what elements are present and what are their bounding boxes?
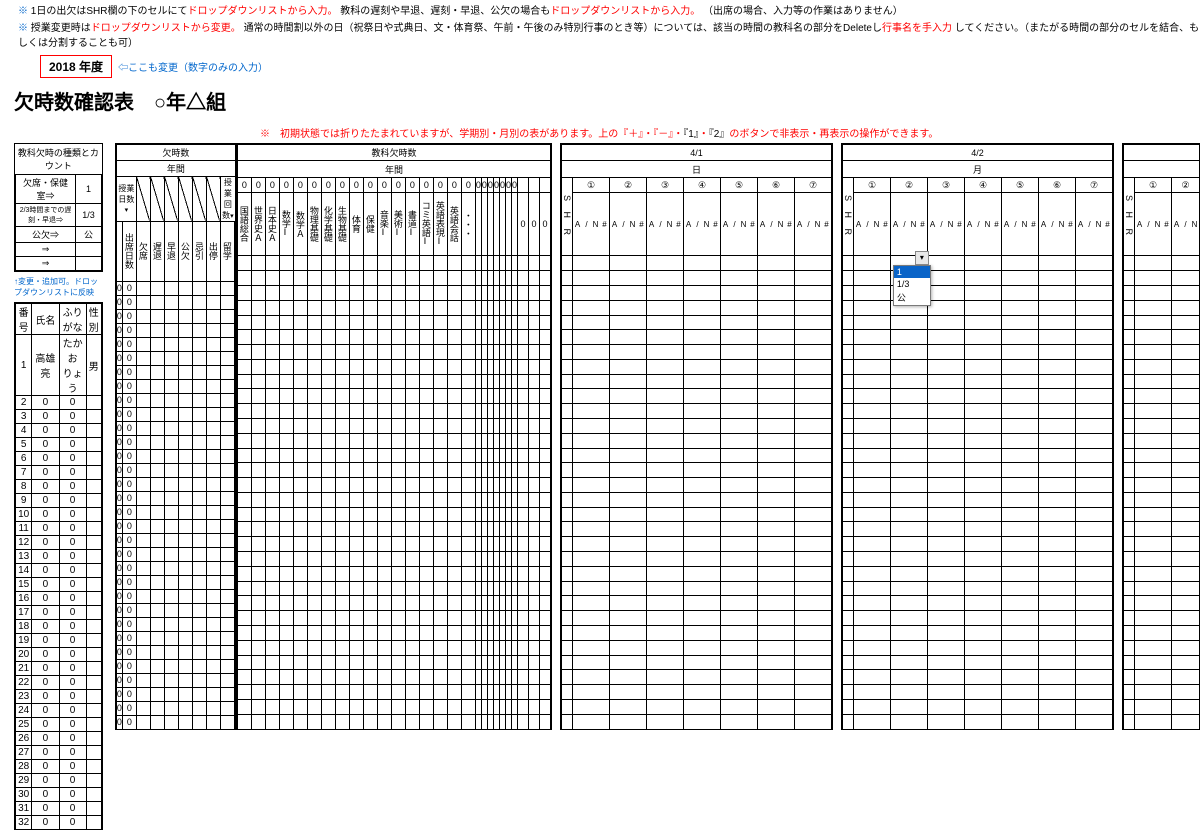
info-box: 教科欠時の種類とカウント 欠席・保健室⇒1 2/3時間までの遅刻・早退⇒1/3 … [14,143,103,272]
table-row[interactable]: 2900 [15,774,102,788]
table-row[interactable]: 300 [15,410,102,424]
table-row[interactable]: 1500 [15,578,102,592]
table-row[interactable]: 1400 [15,564,102,578]
table-row[interactable]: 800 [15,480,102,494]
year-box[interactable]: 2018 年度 [40,55,112,78]
note-2: ※ 授業変更時はドロップダウンリストから変更。 通常の時間割以外の日（祝祭日や式… [18,19,1200,49]
page-title: 欠時数確認表 ○年△組 [14,86,1200,115]
table-row[interactable]: 1200 [15,536,102,550]
year-hint: ⇦ここも変更（数字のみの入力） [118,59,268,74]
table-row[interactable]: 2500 [15,718,102,732]
dropdown-list[interactable]: 1 1/3 公 [893,265,931,306]
absence-block[interactable]: 欠時数年間授業日数▾授業回数▾出席日数欠席遅退早退公欠忌引出停留学0000000… [115,143,237,730]
table-row[interactable]: 2800 [15,760,102,774]
table-row[interactable]: 900 [15,494,102,508]
table-row[interactable]: 1高雄 亮たかお りょう男 [15,335,102,396]
table-row[interactable]: 700 [15,466,102,480]
table-row[interactable]: 1600 [15,592,102,606]
table-row[interactable]: 400 [15,424,102,438]
note-1: ※ 1日の出欠はSHR欄の下のセルにてドロップダウンリストから入力。 教科の遅刻… [18,2,1200,17]
table-row[interactable]: 2600 [15,732,102,746]
roster-table[interactable]: 番号 氏名 ふりがな 性別 1高雄 亮たかお りょう男2003004005006… [14,302,103,830]
table-row[interactable]: 2300 [15,690,102,704]
table-row[interactable]: 1700 [15,606,102,620]
table-row[interactable]: 1000 [15,508,102,522]
dropdown-button[interactable]: ▾ [915,251,929,265]
table-row[interactable]: 1100 [15,522,102,536]
table-row[interactable]: 2200 [15,676,102,690]
table-row[interactable]: 1300 [15,550,102,564]
table-row[interactable]: 2700 [15,746,102,760]
table-row[interactable]: 3000 [15,788,102,802]
table-row[interactable]: 1800 [15,620,102,634]
day-block[interactable]: 4/1日S H R①②③④⑤⑥⑦#N/A#N/A#N/A#N/A#N/A#N/A… [560,143,833,730]
day-block[interactable]: 4/2月S H R①②③④⑤⑥⑦#N/A#N/A#N/A#N/A#N/A#N/A… [841,143,1114,730]
table-row[interactable]: 2100 [15,662,102,676]
day-block-partial[interactable]: S H R①②#N/AN/A [1122,143,1200,730]
table-row[interactable]: 1900 [15,634,102,648]
fold-note: ※ 初期状態では折りたたまれていますが、学期別・月別の表があります。上の『＋』・… [260,125,1200,140]
table-row[interactable]: 200 [15,396,102,410]
info-note: ↑変更・追加可。ドロップダウンリストに反映 [14,276,103,298]
table-row[interactable]: 2000 [15,648,102,662]
table-row[interactable]: 600 [15,452,102,466]
subject-block[interactable]: 教科欠時数年間000000000000000000000000国語総合世界史Ａ日… [236,143,552,730]
table-row[interactable]: 3100 [15,802,102,816]
table-row[interactable]: 500 [15,438,102,452]
table-row[interactable]: 3200 [15,816,102,830]
table-row[interactable]: 2400 [15,704,102,718]
